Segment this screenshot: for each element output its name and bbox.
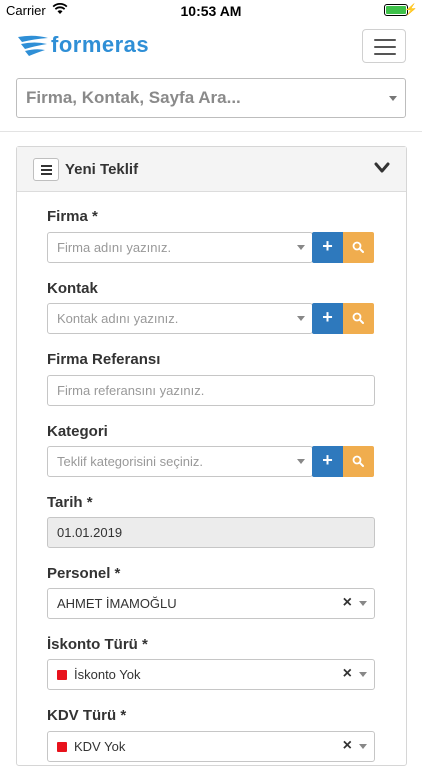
clear-icon[interactable]: × [343,737,352,755]
tarih-label: Tarih * [47,494,93,511]
search-kategori-button[interactable] [343,446,374,477]
charging-icon: ⚡ [404,4,418,16]
chevron-down-icon [297,245,305,250]
referans-placeholder: Firma referansını yazınız. [57,383,205,398]
referans-input[interactable]: Firma referansını yazınız. [47,375,375,406]
kategori-select[interactable]: Teklif kategorisini seçiniz. [47,446,313,477]
status-square-icon [57,670,67,680]
logo-text: formeras [51,32,150,57]
panel-header[interactable]: Yeni Teklif [17,147,406,192]
collapse-chevron-icon[interactable] [374,161,390,175]
personel-value: AHMET İMAMOĞLU [57,596,177,611]
plus-icon: + [322,307,333,327]
search-icon [352,241,364,253]
chevron-down-icon [389,96,397,101]
kategori-placeholder: Teklif kategorisini seçiniz. [57,454,203,469]
hamburger-menu-button[interactable] [362,29,406,63]
plus-icon: + [322,236,333,256]
global-search-select[interactable]: Firma, Kontak, Sayfa Ara... [16,78,406,118]
firma-placeholder: Firma adını yazınız. [57,240,172,255]
status-square-icon [57,742,67,752]
kdv-select[interactable]: KDV Yok × [47,731,375,762]
kategori-label: Kategori [47,423,108,440]
search-placeholder: Firma, Kontak, Sayfa Ara... [26,88,241,107]
personel-select[interactable]: AHMET İMAMOĞLU × [47,588,375,619]
clear-icon[interactable]: × [343,594,352,612]
logo-wing-icon [18,35,48,56]
personel-label: Personel * [47,565,121,582]
app-logo[interactable]: formeras [16,32,149,58]
add-firma-button[interactable]: + [312,232,343,263]
status-bar: Carrier 10:53 AM ⚡ [0,0,422,22]
iskonto-label: İskonto Türü * [47,636,148,653]
chevron-down-icon [359,601,367,606]
chevron-down-icon [359,672,367,677]
tarih-input: 01.01.2019 [47,517,375,548]
tarih-value: 01.01.2019 [57,525,123,540]
top-bar: formeras [0,22,422,72]
chevron-down-icon [359,744,367,749]
iskonto-select[interactable]: İskonto Yok × [47,659,375,690]
plus-icon: + [322,450,333,470]
panel-menu-button[interactable] [33,158,59,181]
search-kontak-button[interactable] [343,303,374,334]
referans-label: Firma Referansı [47,351,161,368]
kontak-select[interactable]: Kontak adını yazınız. [47,303,313,334]
clear-icon[interactable]: × [343,665,352,683]
kdv-value: KDV Yok [74,739,126,754]
search-icon [352,312,364,324]
iskonto-value: İskonto Yok [74,667,141,682]
chevron-down-icon [297,316,305,321]
panel-title: Yeni Teklif [65,161,139,178]
chevron-down-icon [297,459,305,464]
kontak-placeholder: Kontak adını yazınız. [57,311,179,326]
divider [0,131,422,132]
firma-select[interactable]: Firma adını yazınız. [47,232,313,263]
add-kategori-button[interactable]: + [312,446,343,477]
kontak-label: Kontak [47,280,98,297]
firma-label: Firma * [47,208,98,225]
add-kontak-button[interactable]: + [312,303,343,334]
search-firma-button[interactable] [343,232,374,263]
clock: 10:53 AM [180,3,242,19]
kdv-label: KDV Türü * [47,707,127,724]
search-icon [352,455,364,467]
